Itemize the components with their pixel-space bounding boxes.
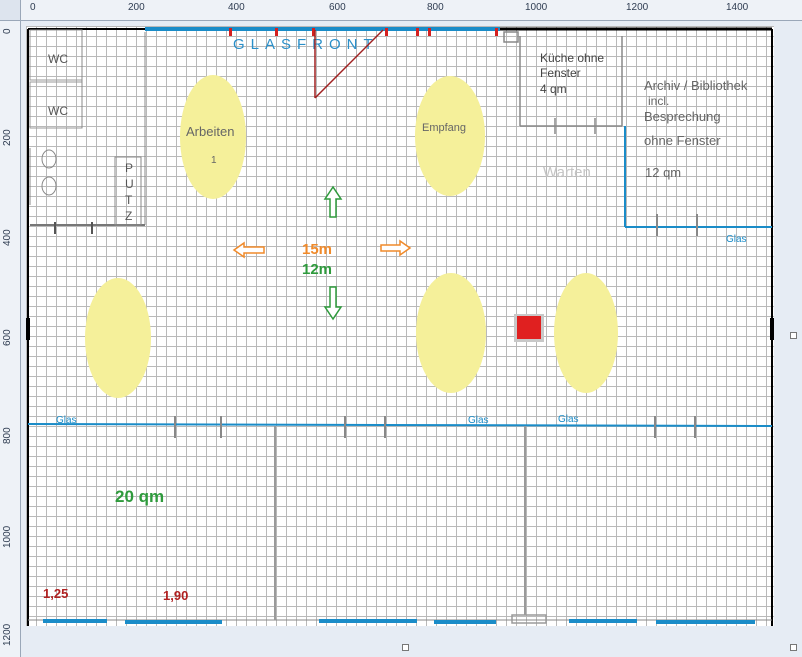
kueche-label: Küche ohne: [540, 51, 604, 65]
putz-letter: T: [125, 193, 133, 207]
width-dimension: 15m: [302, 241, 332, 258]
glas-label: Glas: [468, 415, 489, 426]
putz-letter: P: [125, 161, 133, 175]
window-segments: [43, 619, 755, 624]
resize-handle[interactable]: [402, 644, 409, 651]
measure-label: 1,25: [43, 586, 68, 601]
glas-label: Glas: [558, 414, 579, 425]
resize-handle[interactable]: [790, 644, 797, 651]
archiv-label: incl.: [648, 94, 669, 108]
light-area: [415, 76, 485, 196]
arrow-right-icon: [380, 239, 412, 257]
empfang-label: Empfang: [422, 122, 466, 134]
putz-letter: U: [125, 177, 134, 191]
light-area: [416, 273, 486, 393]
light-area: [554, 273, 618, 393]
floor-plan[interactable]: GLASFRONT WC WC P U T Z Küche ohne Fenst…: [0, 0, 802, 657]
resize-handle[interactable]: [790, 332, 797, 339]
arrow-up-icon: [323, 185, 343, 218]
glass-wall: [27, 416, 773, 624]
glasfront-label: GLASFRONT: [233, 36, 379, 53]
archiv-area: 12 qm: [645, 165, 681, 180]
glas-label: Glas: [56, 415, 77, 426]
light-area: [85, 278, 151, 398]
wc-label: WC: [48, 104, 68, 118]
arbeiten-label: Arbeiten: [186, 124, 234, 139]
archiv-label: Archiv / Bibliothek: [644, 78, 748, 93]
archiv-note: ohne Fenster: [644, 133, 721, 148]
arrow-down-icon: [323, 286, 343, 321]
wc-label: WC: [48, 52, 68, 66]
room-area-label: 20 qm: [115, 487, 164, 506]
light-areas: [85, 75, 618, 398]
arbeiten-number: 1: [211, 155, 217, 166]
archiv-label: Besprechung: [644, 109, 721, 124]
glas-label: Glas: [726, 234, 747, 245]
red-marker[interactable]: [517, 316, 541, 339]
kueche-area: 4 qm: [540, 82, 567, 96]
kueche-label: Fenster: [540, 66, 581, 80]
warten-label: Warten: [543, 164, 591, 181]
arrow-left-icon: [232, 241, 265, 259]
measure-label: 1,90: [163, 588, 188, 603]
depth-dimension: 12m: [302, 261, 332, 278]
putz-letter: Z: [125, 209, 132, 223]
